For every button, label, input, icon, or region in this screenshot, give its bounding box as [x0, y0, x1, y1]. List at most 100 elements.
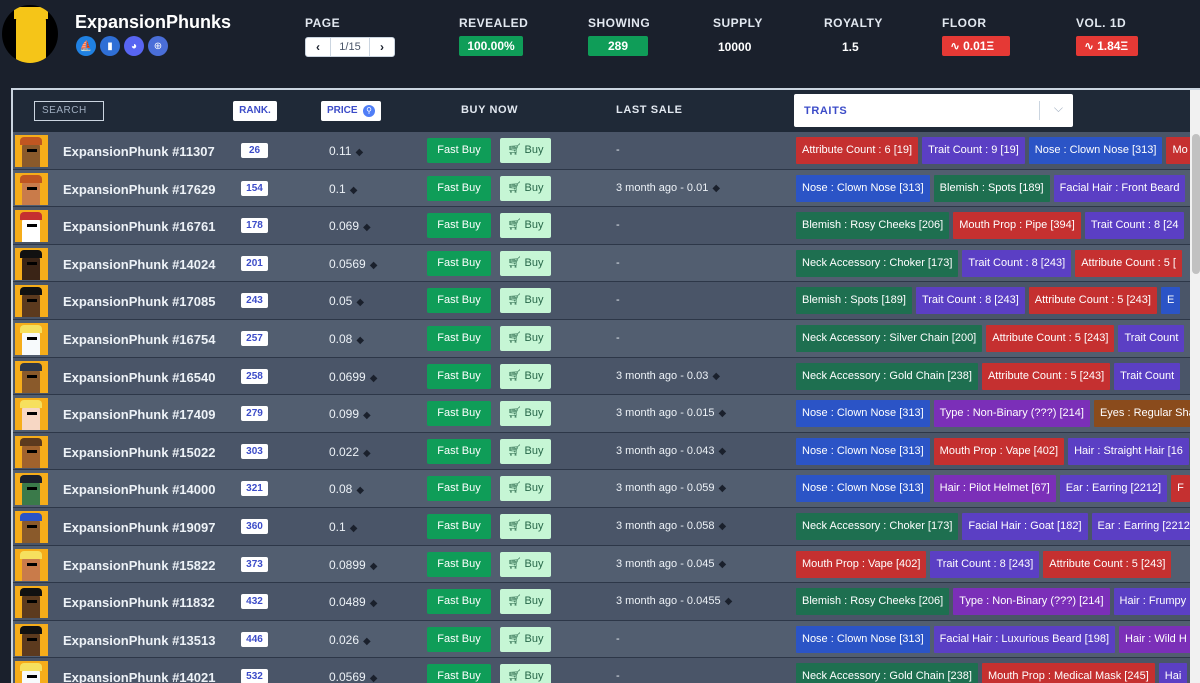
trait-tag[interactable]: Attribute Count : 5 [243] [1028, 287, 1157, 315]
trait-tag[interactable]: Eyes : Regular Sha [1093, 400, 1200, 428]
trait-tag[interactable]: Type : Non-Binary (???) [214] [953, 588, 1110, 616]
trait-tag[interactable]: Trait Count : 9 [19] [922, 137, 1025, 164]
fast-buy-button[interactable]: Fast Buy [427, 363, 491, 389]
trait-tag[interactable]: Hair : Pilot Helmet [67] [933, 475, 1056, 503]
phunk-name[interactable]: ExpansionPhunk #13513 [63, 633, 215, 648]
table-row[interactable]: ExpansionPhunk #13513 446 0.026 ◆ Fast Buy 🛒︎… [13, 620, 1200, 659]
phunk-name[interactable]: ExpansionPhunk #16761 [63, 219, 215, 234]
buy-button[interactable]: 🛒︎ Buy [500, 626, 551, 652]
fast-buy-button[interactable]: Fast Buy [427, 664, 491, 683]
fast-buy-button[interactable]: Fast Buy [427, 476, 491, 502]
fast-buy-button[interactable]: Fast Buy [427, 325, 491, 351]
trait-tag[interactable]: Neck Accessory : Choker [173] [796, 249, 959, 277]
phunk-name[interactable]: ExpansionPhunk #15022 [63, 445, 215, 460]
discord-icon[interactable]: ◕ [124, 36, 144, 56]
table-row[interactable]: ExpansionPhunk #17085 243 0.05 ◆ Fast Buy 🛒︎ … [13, 282, 1200, 320]
table-row[interactable]: ExpansionPhunk #15022 303 0.022 ◆ Fast Buy 🛒︎… [13, 432, 1200, 471]
trait-tag[interactable]: Nose : Clown Nose [313] [796, 400, 930, 428]
trait-tag[interactable]: Mouth Prop : Vape [402] [933, 437, 1065, 465]
phunk-avatar[interactable] [15, 586, 48, 619]
trait-tag[interactable]: Attribute Count : 5 [243] [986, 324, 1115, 352]
trait-tag[interactable]: Trait Count : 8 [243] [962, 249, 1072, 277]
trait-tag[interactable]: F [1171, 475, 1190, 503]
buy-button[interactable]: 🛒︎ Buy [500, 589, 551, 615]
table-row[interactable]: ExpansionPhunk #15822 373 0.0899 ◆ Fast Buy 🛒… [13, 545, 1200, 584]
trait-tag[interactable]: Blemish : Rosy Cheeks [206] [796, 212, 950, 240]
fast-buy-button[interactable]: Fast Buy [427, 213, 491, 239]
trait-tag[interactable]: Trait Count : 8 [243] [915, 287, 1025, 315]
phunk-avatar[interactable] [15, 322, 48, 355]
table-row[interactable]: ExpansionPhunk #14024 201 0.0569 ◆ Fast Buy 🛒… [13, 244, 1200, 283]
fast-buy-button[interactable]: Fast Buy [427, 288, 491, 314]
search-input[interactable]: SEARCH [34, 101, 104, 121]
fast-buy-button[interactable]: Fast Buy [427, 438, 491, 464]
trait-tag[interactable]: Mouth Prop : Pipe [394] [953, 212, 1081, 240]
table-row[interactable]: ExpansionPhunk #14021 532 0.0569 ◆ Fast Buy 🛒… [13, 658, 1200, 683]
phunk-name[interactable]: ExpansionPhunk #14024 [63, 257, 215, 272]
phunk-name[interactable]: ExpansionPhunk #16540 [63, 370, 215, 385]
phunk-avatar[interactable] [15, 435, 48, 468]
trait-tag[interactable]: Mouth Prop : Vape [402] [796, 550, 927, 578]
collection-name[interactable]: ExpansionPhunks [75, 12, 231, 33]
trait-tag[interactable]: Trait Count [1118, 324, 1185, 352]
trait-tag[interactable]: Hai [1158, 663, 1188, 683]
buy-button[interactable]: 🛒︎ Buy [500, 401, 551, 427]
fast-buy-button[interactable]: Fast Buy [427, 626, 491, 652]
trait-tag[interactable]: Neck Accessory : Silver Chain [200] [796, 324, 983, 352]
trait-tag[interactable]: Neck Accessory : Gold Chain [238] [796, 663, 978, 683]
trait-tag[interactable]: Ear : Earring [2212] [1059, 475, 1168, 503]
table-scrollbar[interactable] [1190, 132, 1200, 683]
trait-tag[interactable]: Ear : Earring [2212 [1091, 512, 1196, 540]
prev-page-button[interactable]: ‹ [306, 38, 330, 56]
phunk-name[interactable]: ExpansionPhunk #11307 [63, 144, 215, 159]
trait-tag[interactable]: Blemish : Spots [189] [933, 174, 1050, 202]
phunk-name[interactable]: ExpansionPhunk #14000 [63, 482, 215, 497]
trait-tag[interactable]: Nose : Clown Nose [313] [1028, 137, 1163, 164]
buy-button[interactable]: 🛒︎ Buy [500, 513, 551, 539]
fast-buy-button[interactable]: Fast Buy [427, 589, 491, 615]
traits-filter-dropdown[interactable]: TRAITS ⌵ [794, 94, 1073, 127]
buy-button[interactable]: 🛒︎ Buy [500, 438, 551, 464]
phunk-avatar[interactable] [15, 661, 48, 683]
phunk-avatar[interactable] [15, 510, 48, 543]
trait-tag[interactable]: Type : Non-Binary (???) [214] [933, 400, 1090, 428]
buy-button[interactable]: 🛒︎ Buy [500, 213, 551, 239]
table-row[interactable]: ExpansionPhunk #16754 257 0.08 ◆ Fast Buy 🛒︎ … [13, 319, 1200, 358]
trait-tag[interactable]: Nose : Clown Nose [313] [796, 475, 930, 503]
trait-tag[interactable]: Trait Count : 8 [24 [1084, 212, 1185, 240]
collection-logo[interactable] [2, 5, 58, 63]
trait-tag[interactable]: Mouth Prop : Medical Mask [245] [981, 663, 1155, 683]
trait-tag[interactable]: Hair : Straight Hair [16 [1068, 437, 1189, 465]
phunk-name[interactable]: ExpansionPhunk #17409 [63, 407, 215, 422]
trait-tag[interactable]: Attribute Count : 5 [243] [1043, 550, 1172, 578]
buy-button[interactable]: 🛒︎ Buy [500, 250, 551, 276]
trait-tag[interactable]: Facial Hair : Front Beard [1053, 174, 1186, 202]
fast-buy-button[interactable]: Fast Buy [427, 513, 491, 539]
trait-tag[interactable]: Nose : Clown Nose [313] [796, 625, 930, 653]
trait-tag[interactable]: Attribute Count : 5 [ [1075, 249, 1182, 277]
trait-tag[interactable]: Trait Count : 8 [243] [930, 550, 1040, 578]
table-row[interactable]: ExpansionPhunk #16761 178 0.069 ◆ Fast Buy 🛒︎… [13, 207, 1200, 245]
trait-tag[interactable]: Blemish : Spots [189] [796, 287, 912, 315]
buy-button[interactable]: 🛒︎ Buy [500, 138, 551, 163]
phunk-avatar[interactable] [15, 548, 48, 581]
trait-tag[interactable]: Hair : Wild H [1119, 625, 1193, 653]
table-row[interactable]: ExpansionPhunk #11832 432 0.0489 ◆ Fast Buy 🛒… [13, 583, 1200, 621]
phunk-name[interactable]: ExpansionPhunk #16754 [63, 332, 215, 347]
table-row[interactable]: ExpansionPhunk #17629 154 0.1 ◆ Fast Buy 🛒︎ B… [13, 169, 1200, 208]
fast-buy-button[interactable]: Fast Buy [427, 250, 491, 276]
sort-price-button[interactable]: PRICE ⚲ [321, 101, 381, 121]
table-row[interactable]: ExpansionPhunk #11307 26 0.11 ◆ Fast Buy 🛒︎ B… [13, 132, 1200, 170]
trait-tag[interactable]: Neck Accessory : Choker [173] [796, 512, 959, 540]
buy-button[interactable]: 🛒︎ Buy [500, 325, 551, 351]
trait-tag[interactable]: Blemish : Rosy Cheeks [206] [796, 588, 950, 616]
trait-tag[interactable]: E [1160, 287, 1181, 315]
phunk-name[interactable]: ExpansionPhunk #15822 [63, 558, 215, 573]
trait-tag[interactable]: Neck Accessory : Gold Chain [238] [796, 362, 978, 390]
fast-buy-button[interactable]: Fast Buy [427, 175, 491, 201]
sort-rank-button[interactable]: RANK. [233, 101, 277, 121]
trait-tag[interactable]: Facial Hair : Luxurious Beard [198] [933, 625, 1116, 653]
phunk-avatar[interactable] [15, 172, 48, 205]
trait-tag[interactable]: Facial Hair : Goat [182] [962, 512, 1088, 540]
phunk-name[interactable]: ExpansionPhunk #14021 [63, 670, 215, 683]
